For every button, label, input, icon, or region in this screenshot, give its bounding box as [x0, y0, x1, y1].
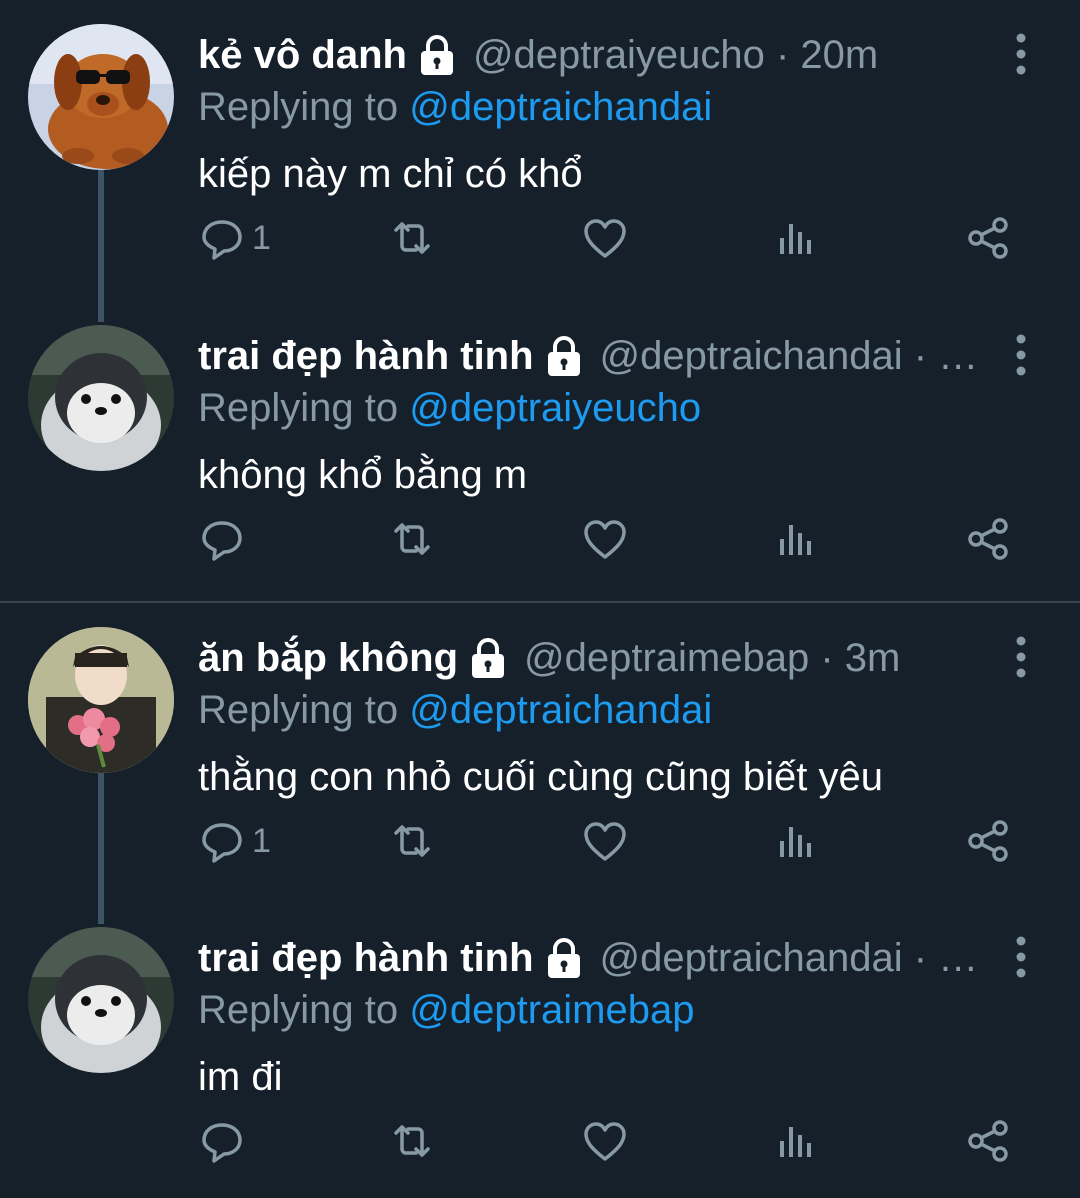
tweet-header: trai đẹp hành tinh @deptraichandai · 3m [198, 933, 988, 983]
retweet-icon [394, 825, 430, 857]
tweet-text: thằng con nhỏ cuối cùng cũng biết yêu [198, 755, 883, 799]
lock-icon [547, 938, 580, 978]
avatar[interactable] [28, 24, 174, 170]
analytics-icon [780, 224, 811, 254]
timeline: kẻ vô danh @deptraiyeucho · 20m Replying… [0, 0, 1080, 1198]
reply-icon [202, 220, 242, 260]
replying-to-line: Replying to @deptraimebap [198, 985, 694, 1035]
like-button[interactable] [582, 1111, 628, 1171]
tweet[interactable]: ăn bắp không @deptraimebap · 3m Replying… [0, 603, 1080, 903]
tweet[interactable]: trai đẹp hành tinh @deptraichandai · 3m … [0, 903, 1080, 1198]
avatar[interactable] [28, 325, 174, 471]
analytics-icon [780, 827, 811, 857]
reply-count: 1 [252, 821, 271, 860]
reply-button[interactable] [200, 509, 252, 569]
reply-icon [202, 1123, 242, 1163]
penguin-avatar-image [28, 927, 174, 1073]
share-button[interactable] [966, 1111, 1010, 1171]
anime-avatar-image [28, 627, 174, 773]
share-button[interactable] [966, 509, 1010, 569]
replying-to-label: Replying to [198, 988, 410, 1032]
analytics-button[interactable] [776, 811, 816, 871]
analytics-button[interactable] [776, 509, 816, 569]
share-icon [968, 217, 1008, 259]
heart-icon [584, 822, 626, 861]
tweet-actions [0, 1111, 1080, 1171]
replying-to-line: Replying to @deptraiyeucho [198, 383, 701, 433]
retweet-button[interactable] [388, 509, 436, 569]
replying-to-mention[interactable]: @deptraichandai [409, 85, 712, 129]
more-vertical-icon[interactable] [1006, 935, 1036, 979]
tweet-text: không khổ bằng m [198, 453, 528, 497]
replying-to-line: Replying to @deptraichandai [198, 82, 712, 132]
replying-to-label: Replying to [198, 85, 410, 129]
retweet-icon [394, 222, 430, 254]
tweet[interactable]: trai đẹp hành tinh @deptraichandai · 20m… [0, 301, 1080, 601]
more-vertical-icon[interactable] [1006, 635, 1036, 679]
tweet-header: ăn bắp không @deptraimebap · 3m [198, 633, 988, 683]
lock-icon [472, 638, 504, 678]
analytics-icon [780, 1127, 811, 1157]
tweet-header: kẻ vô danh @deptraiyeucho · 20m [198, 30, 988, 80]
tweet-text: im đi [198, 1055, 283, 1099]
retweet-button[interactable] [388, 208, 436, 268]
share-button[interactable] [966, 208, 1010, 268]
display-name[interactable]: trai đẹp hành tinh [198, 933, 534, 983]
avatar[interactable] [28, 627, 174, 773]
like-button[interactable] [582, 208, 628, 268]
tweet-actions: 1 [0, 208, 1080, 268]
more-vertical-icon[interactable] [1006, 32, 1036, 76]
replying-to-mention[interactable]: @deptraichandai [409, 688, 712, 732]
reply-button[interactable]: 1 [200, 208, 271, 268]
share-icon [968, 518, 1008, 560]
avatar[interactable] [28, 927, 174, 1073]
tweet-header: trai đẹp hành tinh @deptraichandai · 20m [198, 331, 988, 381]
more-vertical-icon[interactable] [1006, 333, 1036, 377]
tweet[interactable]: kẻ vô danh @deptraiyeucho · 20m Replying… [0, 0, 1080, 300]
tweet-actions [0, 509, 1080, 569]
reply-button[interactable] [200, 1111, 252, 1171]
display-name[interactable]: ăn bắp không [198, 633, 458, 683]
lock-icon [420, 35, 453, 75]
penguin-avatar-image [28, 325, 174, 471]
retweet-icon [394, 523, 430, 555]
tweet-actions: 1 [0, 811, 1080, 871]
handle-and-time[interactable]: @deptraimebap · 3m [524, 633, 988, 683]
heart-icon [584, 520, 626, 559]
retweet-icon [394, 1125, 430, 1157]
heart-icon [584, 219, 626, 258]
reply-button[interactable]: 1 [200, 811, 271, 871]
share-icon [968, 820, 1008, 862]
display-name[interactable]: trai đẹp hành tinh [198, 331, 534, 381]
retweet-button[interactable] [388, 1111, 436, 1171]
replying-to-label: Replying to [198, 688, 410, 732]
heart-icon [584, 1122, 626, 1161]
display-name[interactable]: kẻ vô danh [198, 30, 407, 80]
handle-and-time[interactable]: @deptraichandai · 20m [600, 331, 988, 381]
like-button[interactable] [582, 811, 628, 871]
reply-icon [202, 521, 242, 561]
replying-to-line: Replying to @deptraichandai [198, 685, 712, 735]
analytics-button[interactable] [776, 1111, 816, 1171]
replying-to-mention[interactable]: @deptraimebap [409, 988, 694, 1032]
analytics-icon [780, 525, 811, 555]
handle-and-time[interactable]: @deptraiyeucho · 20m [473, 30, 988, 80]
lock-icon [547, 336, 580, 376]
share-icon [968, 1120, 1008, 1162]
dog-avatar-image [28, 24, 174, 170]
retweet-button[interactable] [388, 811, 436, 871]
analytics-button[interactable] [776, 208, 816, 268]
reply-icon [202, 823, 242, 863]
like-button[interactable] [582, 509, 628, 569]
share-button[interactable] [966, 811, 1010, 871]
replying-to-label: Replying to [198, 386, 410, 430]
reply-count: 1 [252, 218, 271, 257]
replying-to-mention[interactable]: @deptraiyeucho [409, 386, 701, 430]
tweet-text: kiếp này m chỉ có khổ [198, 152, 583, 196]
handle-and-time[interactable]: @deptraichandai · 3m [600, 933, 988, 983]
